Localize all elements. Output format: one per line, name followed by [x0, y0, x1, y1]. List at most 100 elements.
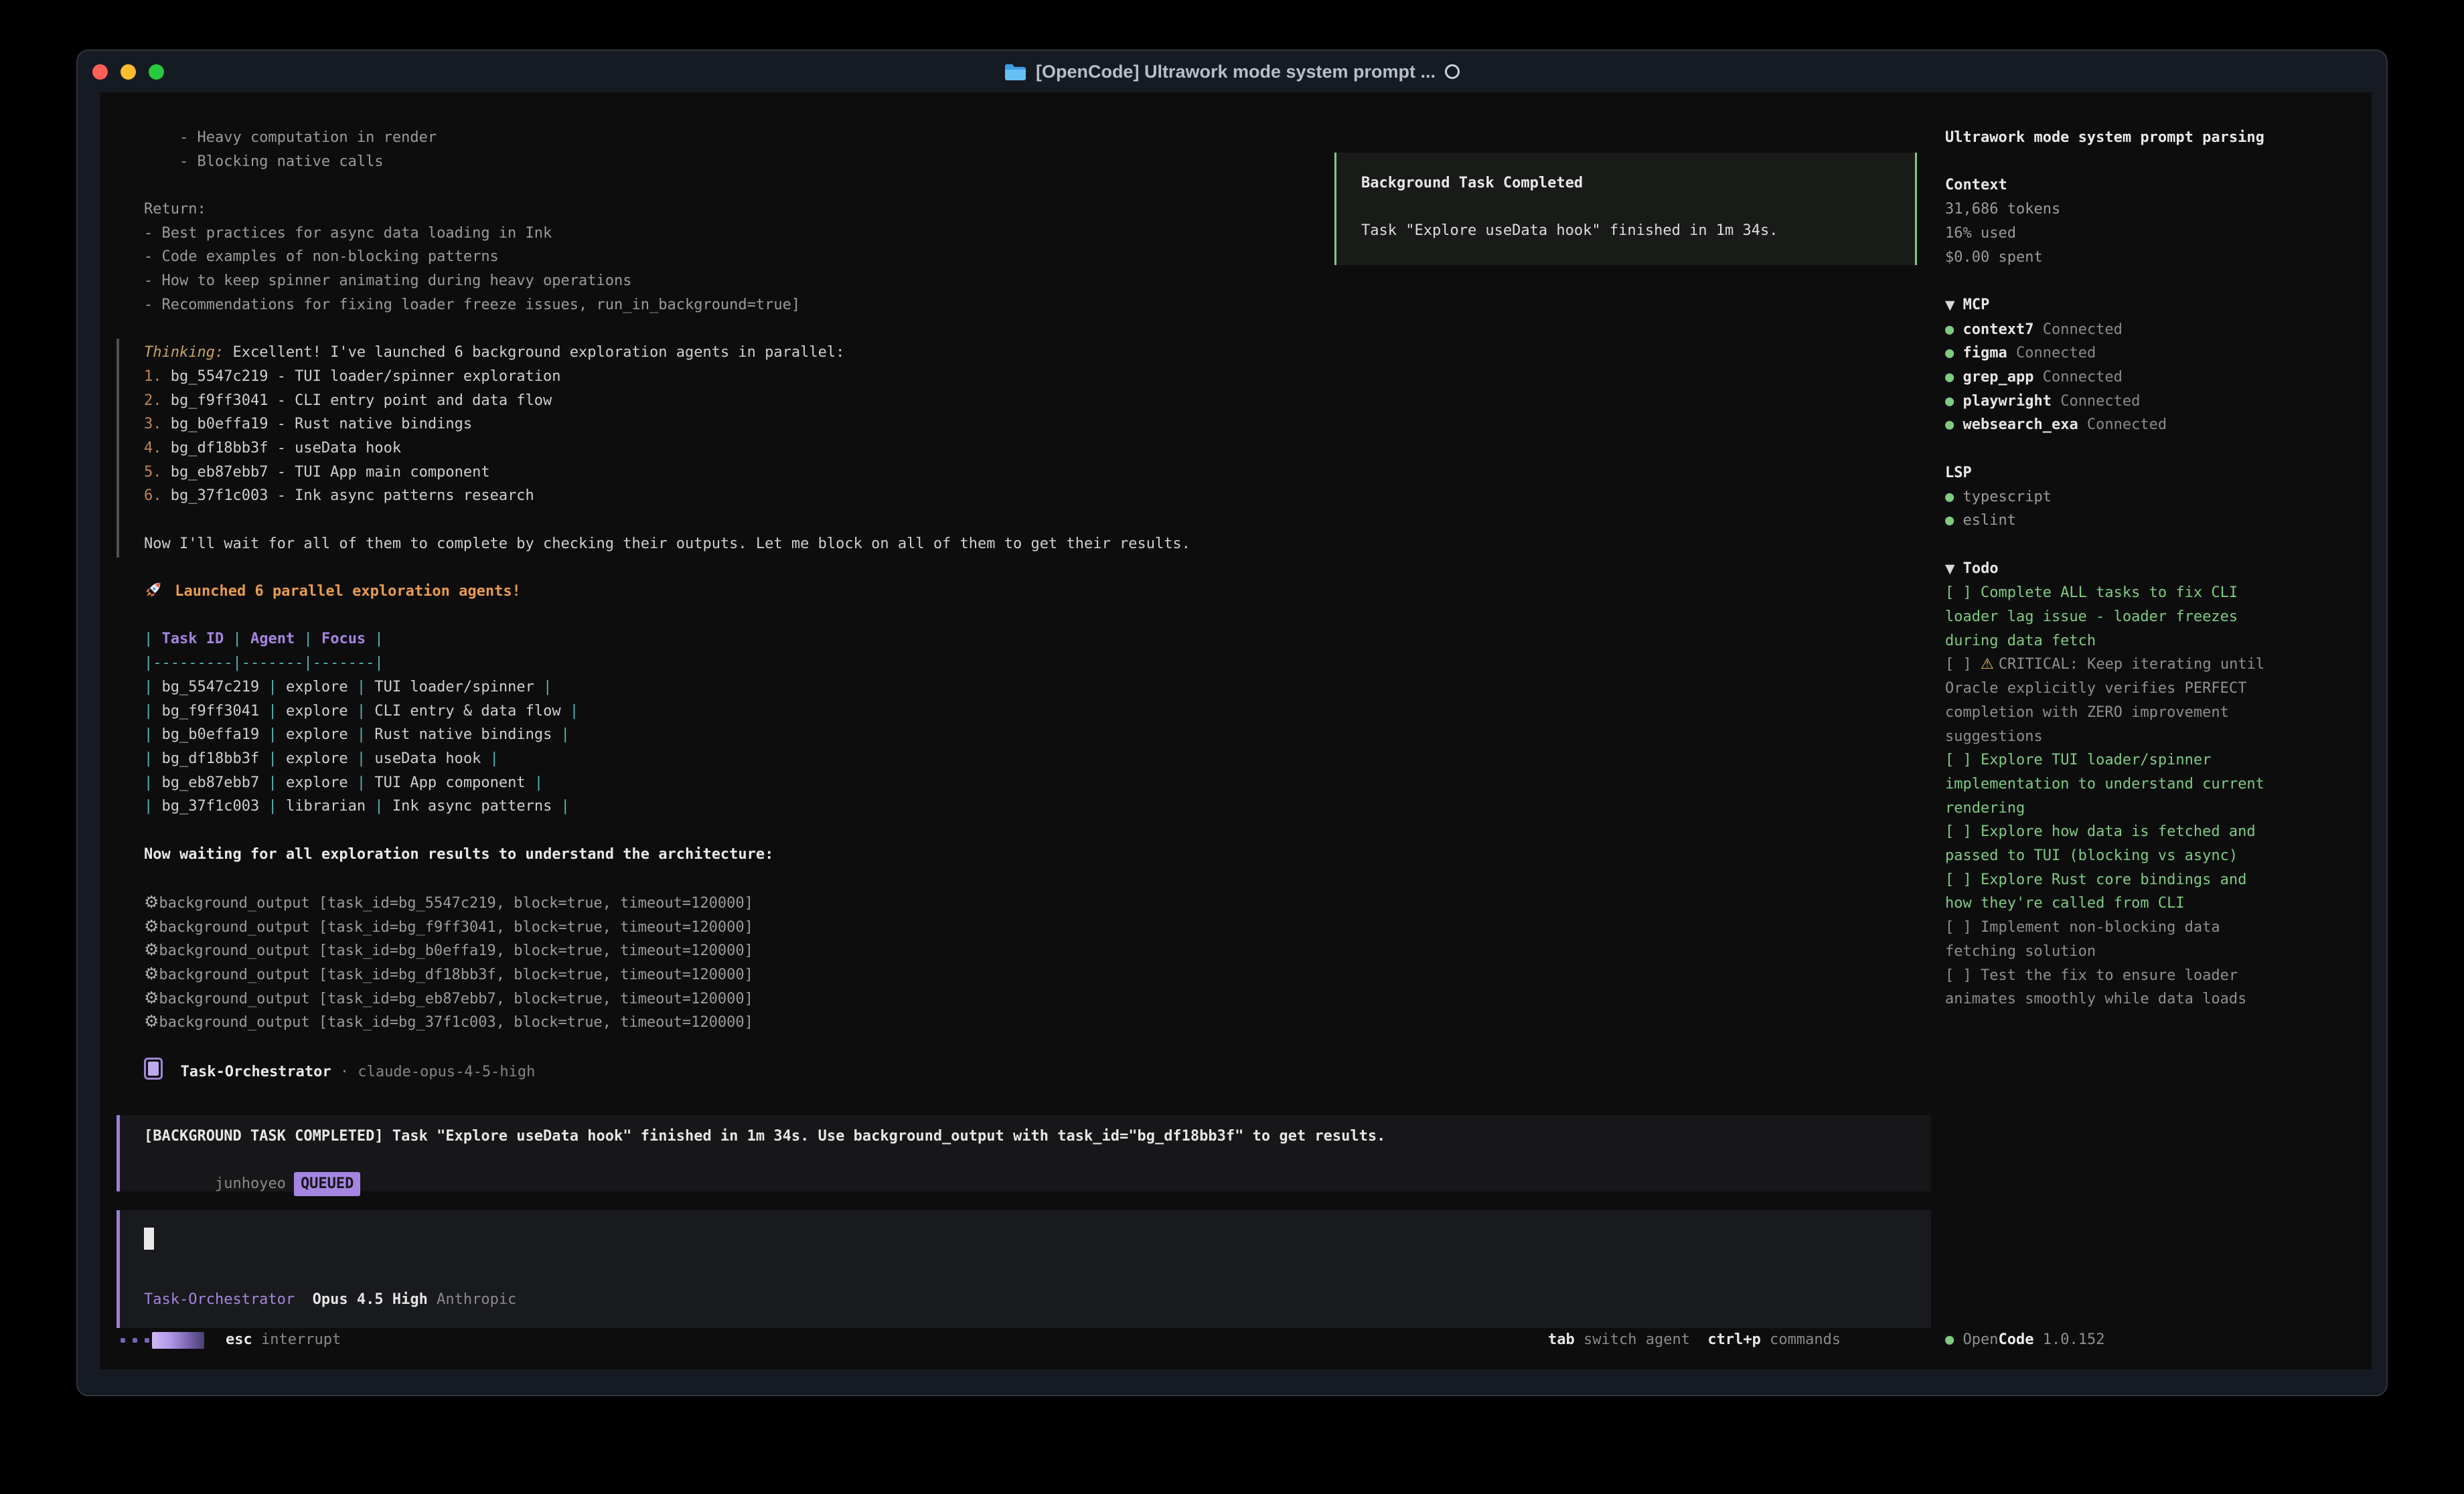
context-stat: 16% used [1945, 222, 2371, 246]
terminal-line: 2. bg_f9ff3041 - CLI entry point and dat… [144, 389, 1892, 413]
status-dot-icon: ● [1945, 345, 1963, 361]
terminal-output[interactable]: - Heavy computation in render - Blocking… [144, 126, 1892, 1082]
todo-item: [ ] Test the fix to ensure loader animat… [1945, 964, 2277, 1011]
todo-item: [ ] ⚠ CRITICAL: Keep iterating until Ora… [1945, 653, 2277, 748]
mcp-server-item: ● websearch_exa Connected [1945, 413, 2371, 437]
todo-item: [ ] Explore Rust core bindings and how t… [1945, 868, 2277, 916]
terminal-line [144, 508, 1892, 532]
status-dot-icon: ● [1945, 321, 1963, 338]
app-version: ● OpenCode 1.0.152 [1945, 1328, 2104, 1352]
context-stats: 31,686 tokens16% used$0.00 spent [1945, 197, 2371, 269]
terminal-line: 1. bg_5547c219 - TUI loader/spinner expl… [144, 365, 1892, 389]
todo-item: [ ] Explore how data is fetched and pass… [1945, 820, 2277, 867]
terminal-line: Now I'll wait for all of them to complet… [144, 532, 1892, 556]
gear-icon: ⚙ [144, 916, 159, 936]
terminal-line: Now waiting for all exploration results … [144, 843, 1892, 867]
shortcut-key: esc [226, 1331, 252, 1348]
agent-name: Task-Orchestrator [144, 1291, 295, 1308]
terminal-line [144, 866, 1892, 890]
mcp-list: ● context7 Connected● figma Connected● g… [1945, 318, 2371, 438]
terminal-line: - Heavy computation in render [144, 126, 1892, 150]
terminal-line [144, 556, 1892, 580]
queued-badge: QUEUED [294, 1172, 360, 1196]
completed-banner-text: [BACKGROUND TASK COMPLETED] Task "Explor… [144, 1125, 1931, 1149]
terminal-line [144, 604, 1892, 628]
todo-item: [ ] Complete ALL tasks to fix CLI loader… [1945, 581, 2277, 653]
spinner-dots-icon [121, 1338, 149, 1343]
toast-title: Background Task Completed [1361, 171, 1915, 195]
terminal-line: ⚙background_output [task_id=bg_eb87ebb7,… [144, 986, 1892, 1010]
mcp-server-item: ● context7 Connected [1945, 318, 2371, 342]
terminal-line: | bg_df18bb3f | explore | useData hook | [144, 747, 1892, 771]
chevron-down-icon: ▼ [1945, 298, 1955, 313]
chevron-down-icon: ▼ [1945, 562, 1955, 576]
gear-icon: ⚙ [144, 988, 159, 1007]
status-dot-icon: ● [1945, 393, 1963, 410]
shortcut-key: tab [1548, 1331, 1575, 1348]
terminal-line: Thinking: Excellent! I've launched 6 bac… [144, 341, 1892, 365]
terminal-line: - Recommendations for fixing loader free… [144, 293, 1892, 317]
terminal-line: | bg_5547c219 | explore | TUI loader/spi… [144, 675, 1892, 699]
toast-body: Task "Explore useData hook" finished in … [1361, 219, 1915, 243]
terminal-line: Task-Orchestrator · claude-opus-4-5-high [144, 1058, 1892, 1082]
folder-icon [1004, 63, 1026, 81]
terminal-content: - Heavy computation in render - Blocking… [100, 92, 2372, 1370]
shortcut-label: interrupt [252, 1331, 341, 1348]
terminal-line: ⚙background_output [task_id=bg_5547c219,… [144, 890, 1892, 914]
terminal-line: | bg_37f1c003 | librarian | Ink async pa… [144, 795, 1892, 819]
recording-ring-icon [1445, 64, 1460, 79]
terminal-line: |---------|-------|-------| [144, 651, 1892, 675]
rocket-icon [144, 583, 166, 600]
terminal-line [144, 317, 1892, 341]
context-stat: 31,686 tokens [1945, 197, 2371, 222]
status-dot-icon: ● [1945, 512, 1963, 529]
thinking-quote-bar [117, 339, 119, 558]
agent-icon [144, 1058, 163, 1080]
terminal-line: 6. bg_37f1c003 - Ink async patterns rese… [144, 484, 1892, 508]
gear-icon: ⚙ [144, 892, 159, 912]
mcp-server-item: ● figma Connected [1945, 341, 2371, 365]
context-stat: $0.00 spent [1945, 246, 2371, 270]
app-window: [OpenCode] Ultrawork mode system prompt … [76, 50, 2388, 1396]
terminal-line: ⚙background_output [task_id=bg_b0effa19,… [144, 938, 1892, 962]
agent-status-line: Task-Orchestrator Opus 4.5 High Anthropi… [144, 1288, 516, 1312]
message-input[interactable]: Task-Orchestrator Opus 4.5 High Anthropi… [117, 1210, 1931, 1328]
spinner-bar-icon [152, 1332, 204, 1349]
terminal-line: ⚙background_output [task_id=bg_37f1c003,… [144, 1009, 1892, 1033]
mcp-server-item: ● playwright Connected [1945, 390, 2371, 414]
terminal-line: | bg_eb87ebb7 | explore | TUI App compon… [144, 771, 1892, 795]
terminal-line: 3. bg_b0effa19 - Rust native bindings [144, 412, 1892, 436]
todo-list: [ ] Complete ALL tasks to fix CLI loader… [1945, 581, 2371, 1011]
agent-provider: Anthropic [437, 1291, 516, 1308]
status-dot-icon: ● [1945, 489, 1963, 505]
shortcut-label: switch agent [1575, 1331, 1690, 1348]
terminal-line: 4. bg_df18bb3f - useData hook [144, 436, 1892, 461]
sidebar: Ultrawork mode system prompt parsing Con… [1945, 126, 2371, 1011]
terminal-line: Launched 6 parallel exploration agents! [144, 580, 1892, 604]
status-hints-right: tab switch agent ctrl+p commands [1548, 1328, 1841, 1352]
app-version-number: 1.0.152 [2043, 1331, 2105, 1348]
app-name-bold: Code [1998, 1331, 2033, 1348]
gear-icon: ⚙ [144, 1011, 159, 1031]
app-name-dim: Open [1963, 1331, 1999, 1348]
status-dot-icon: ● [1945, 416, 1963, 433]
lsp-list: ● typescript● eslint [1945, 485, 2371, 533]
todo-heading[interactable]: ▼Todo [1945, 557, 2371, 582]
terminal-line: ⚙background_output [task_id=bg_f9ff3041,… [144, 914, 1892, 938]
sidebar-title: Ultrawork mode system prompt parsing [1945, 126, 2371, 150]
mcp-heading[interactable]: ▼MCP [1945, 293, 2371, 318]
completed-banner-author: junhoyeo [215, 1175, 286, 1192]
lsp-heading: LSP [1945, 461, 2371, 485]
todo-item: [ ] Explore TUI loader/spinner implement… [1945, 748, 2277, 820]
shortcut-label: commands [1761, 1331, 1841, 1348]
todo-item: [ ] Implement non-blocking data fetching… [1945, 916, 2277, 963]
titlebar: [OpenCode] Ultrawork mode system prompt … [78, 51, 2386, 92]
background-task-toast[interactable]: Background Task Completed Task "Explore … [1334, 153, 1917, 265]
lsp-server-item: ● typescript [1945, 485, 2371, 509]
terminal-line: 5. bg_eb87ebb7 - TUI App main component [144, 461, 1892, 485]
context-heading: Context [1945, 173, 2371, 197]
lsp-server-item: ● eslint [1945, 509, 2371, 533]
terminal-line: | bg_b0effa19 | explore | Rust native bi… [144, 723, 1892, 747]
status-dot-icon: ● [1945, 369, 1963, 386]
completed-banner: [BACKGROUND TASK COMPLETED] Task "Explor… [117, 1115, 1931, 1191]
